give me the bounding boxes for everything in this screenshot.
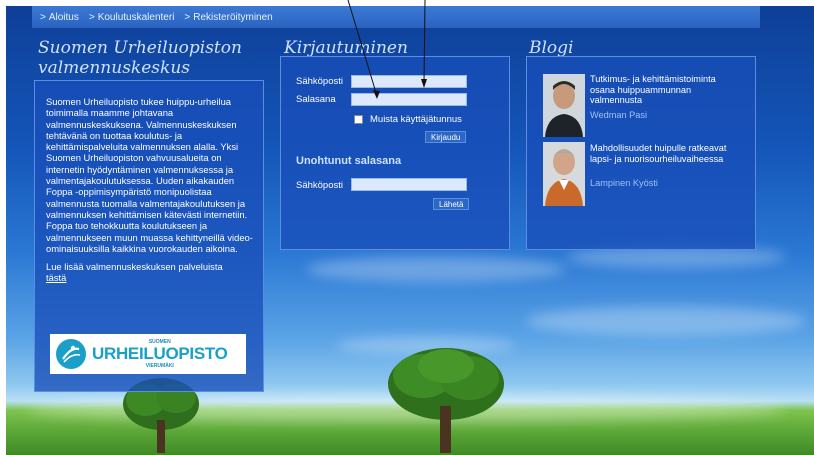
annotation-arrows	[347, 0, 427, 99]
intro-text: Suomen Urheiluopisto tukee huippu-urheil…	[46, 96, 258, 284]
more-info-link[interactable]: tästä	[46, 272, 66, 283]
blog-post-title[interactable]: Mahdollisuudet huipulle ratkeavat lapsi-…	[590, 143, 740, 164]
blog-post-author: Wedman Pasi	[590, 110, 648, 120]
cloud	[306, 256, 566, 282]
logo-small-bottom: VIERUMÄKI	[145, 363, 174, 369]
intro-paragraph: Suomen Urheiluopisto tukee huippu-urheil…	[46, 96, 253, 254]
remember-checkbox[interactable]	[354, 115, 363, 124]
urheiluopisto-logo: SUOMEN URHEILUOPISTO VIERUMÄKI	[50, 334, 246, 374]
remember-label: Muista käyttäjätunnus	[370, 114, 462, 125]
logo-wordmark: URHEILUOPISTO	[92, 344, 228, 363]
blog-post-author: Lampinen Kyösti	[590, 178, 658, 188]
tree-large-image	[388, 348, 504, 453]
forgot-password-heading: Unohtunut salasana	[296, 155, 402, 167]
send-button[interactable]: Lähetä	[433, 198, 470, 210]
logo-emblem-icon	[56, 339, 86, 369]
cloud	[526, 306, 806, 336]
author-photo-lampinen[interactable]	[543, 142, 585, 206]
forgot-email-input[interactable]	[351, 178, 467, 191]
forgot-email-label: Sähköposti	[296, 180, 344, 191]
login-button[interactable]: Kirjaudu	[425, 131, 467, 143]
more-info-text: Lue lisää valmennuskeskuksen palveluista…	[46, 261, 223, 284]
